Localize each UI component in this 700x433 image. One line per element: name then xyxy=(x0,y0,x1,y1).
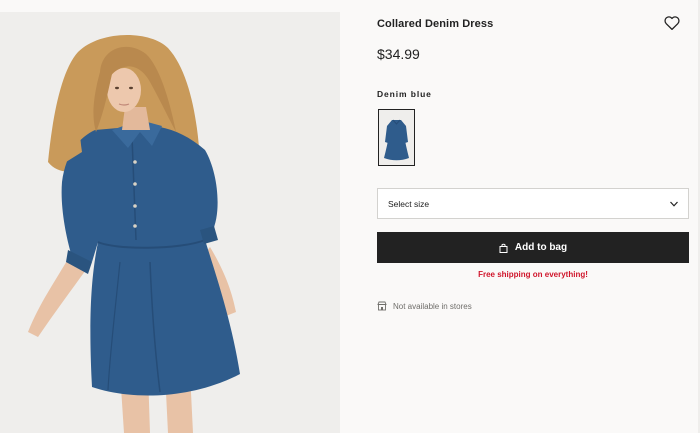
size-select-label: Select size xyxy=(388,199,430,209)
model-illustration xyxy=(28,34,240,433)
product-image[interactable] xyxy=(0,12,340,433)
swatch-dress-thumbnail xyxy=(381,112,412,163)
color-swatch-denim-blue[interactable] xyxy=(378,109,415,166)
store-availability-text: Not available in stores xyxy=(393,301,472,311)
store-availability: Not available in stores xyxy=(377,300,472,312)
shopping-bag-icon xyxy=(499,243,508,253)
size-select[interactable]: Select size xyxy=(377,188,689,219)
favorite-button[interactable] xyxy=(663,14,681,32)
chevron-down-icon xyxy=(670,201,678,207)
product-info: Collared Denim Dress $34.99 Denim blue S… xyxy=(377,0,689,433)
shipping-note: Free shipping on everything! xyxy=(478,270,588,279)
heart-icon xyxy=(664,16,680,31)
store-icon xyxy=(377,301,387,311)
product-price: $34.99 xyxy=(377,46,420,62)
color-name: Denim blue xyxy=(377,89,432,99)
product-title: Collared Denim Dress xyxy=(377,18,494,30)
add-to-bag-label: Add to bag xyxy=(514,242,568,253)
add-to-bag-button[interactable]: Add to bag xyxy=(377,232,689,263)
